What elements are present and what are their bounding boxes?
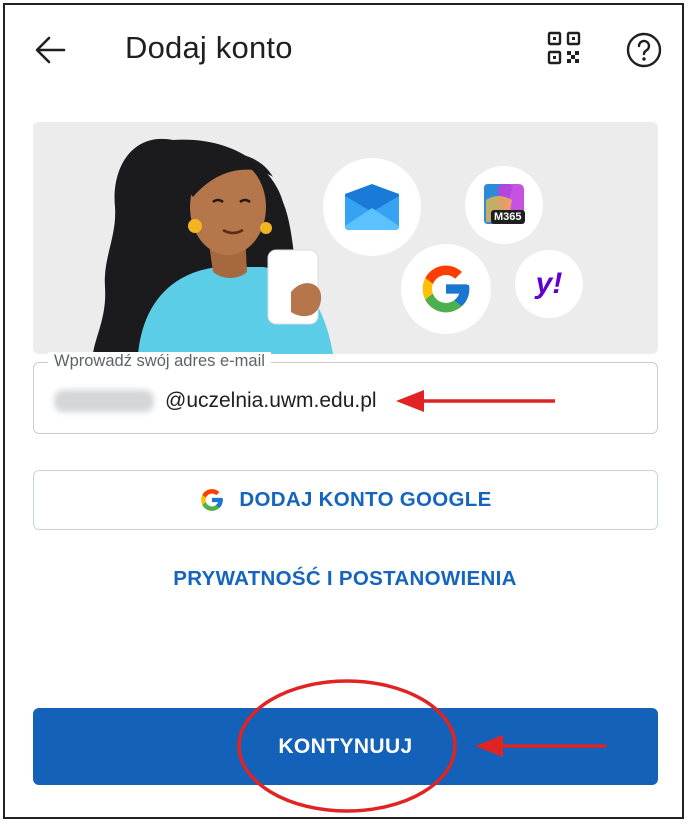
help-circle-icon [626,32,662,68]
google-app-bubble [401,244,491,334]
continue-button[interactable]: KONTYNUUJ [33,708,658,785]
m365-badge-label: M365 [494,211,522,223]
yahoo-app-bubble: y! [515,250,583,318]
yahoo-icon: y! [535,267,563,300]
qr-code-button[interactable] [546,30,582,66]
redacted-username [54,390,154,412]
google-icon [201,489,224,511]
add-google-account-label: DODAJ KONTO GOOGLE [239,488,492,511]
arrow-left-icon [35,36,66,64]
privacy-terms-link[interactable]: PRYWATNOŚĆ I POSTANOWIENIA [0,567,690,591]
back-button[interactable] [30,30,70,70]
page-title: Dodaj konto [125,30,293,65]
google-icon [422,265,470,313]
hero-illustration: M365 y! [33,122,658,354]
m365-app-bubble: M365 [465,166,543,244]
email-field[interactable]: Wprowadź swój adres e-mail @uczelnia.uwm… [33,352,658,434]
m365-badge: M365 [491,210,525,224]
help-button[interactable] [624,30,664,70]
app-header: Dodaj konto [0,0,690,100]
outlook-icon [345,184,399,230]
continue-button-label: KONTYNUUJ [278,734,413,758]
add-google-account-button[interactable]: DODAJ KONTO GOOGLE [33,470,658,530]
qr-code-icon [547,31,581,65]
email-field-label: Wprowadź swój adres e-mail [48,352,271,371]
outlook-app-bubble [323,158,421,256]
email-field-value[interactable]: @uczelnia.uwm.edu.pl [165,389,377,413]
